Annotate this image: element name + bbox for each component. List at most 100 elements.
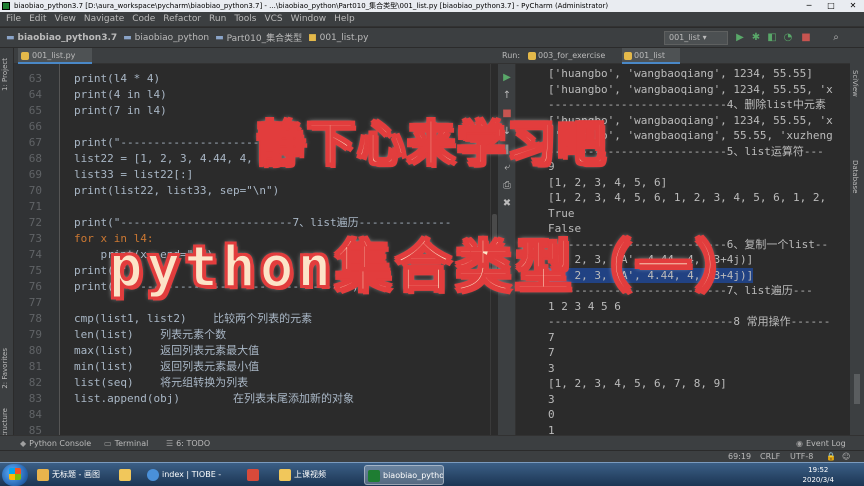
line-number: 80 <box>28 344 42 357</box>
menu-help[interactable]: Help <box>330 12 359 27</box>
tab-terminal[interactable]: ▭ Terminal <box>104 436 148 451</box>
taskbar-browser[interactable]: index | TIOBE - <box>144 465 226 485</box>
code-line: list(seq) 将元组转换为列表 <box>74 376 249 389</box>
console-line: 7 <box>548 346 555 359</box>
arrow-up-icon[interactable]: ↑ <box>501 90 513 102</box>
tab-python-console[interactable]: ◆ Python Console <box>20 436 91 451</box>
line-number: 78 <box>28 312 42 325</box>
menu-tools[interactable]: Tools <box>230 12 260 27</box>
profile-icon[interactable]: ◔ <box>782 31 794 45</box>
rerun-icon[interactable]: ▶ <box>501 72 513 84</box>
run-label: Run: <box>502 51 521 60</box>
print-icon[interactable]: ⎙ <box>501 180 513 192</box>
run-panel-header: Run: 003_for_exercise 001_list <box>498 48 850 64</box>
overlay-title: 静下心来学习吧 <box>256 115 607 173</box>
minimize-button[interactable]: ─ <box>798 0 820 12</box>
line-number: 81 <box>28 360 42 373</box>
trash-icon[interactable]: ✖ <box>501 198 513 210</box>
folder-icon <box>119 469 131 481</box>
python-file-icon: ■ <box>308 32 317 43</box>
taskbar-folder-videos[interactable]: 上课视频 <box>276 465 358 485</box>
menu-code[interactable]: Code <box>128 12 159 27</box>
run-tab-001-list[interactable]: 001_list <box>622 48 680 64</box>
code-line: len(list) 列表元素个数 <box>74 328 227 341</box>
console-line: 3 <box>548 392 555 406</box>
search-icon[interactable]: ⌕ <box>830 31 842 45</box>
line-number: 64 <box>28 88 42 101</box>
right-strip-header <box>850 48 864 64</box>
run-icon[interactable]: ▶ <box>734 31 746 45</box>
tab-favorites[interactable]: 2: Favorites <box>1 348 9 389</box>
debug-icon[interactable]: ✱ <box>750 31 762 45</box>
menu-file[interactable]: File <box>2 12 25 27</box>
line-number: 85 <box>28 424 42 435</box>
console-line: ['huangbo', 'wangbaoqiang', 1234, 55.55,… <box>548 82 833 96</box>
browser-icon <box>147 469 159 481</box>
close-button[interactable]: ✕ <box>842 0 864 12</box>
line-number: 84 <box>28 408 42 421</box>
breadcrumb-file[interactable]: ■ 001_list.py <box>308 33 368 43</box>
console-line: [1, 2, 3, 4, 5, 6, 1, 2, 3, 4, 5, 6, 1, … <box>548 191 827 204</box>
menu-run[interactable]: Run <box>205 12 230 27</box>
taskbar-app[interactable] <box>244 465 268 485</box>
maximize-button[interactable]: □ <box>820 0 842 12</box>
console-line: [1, 2, 3, 4, 5, 6] <box>548 175 668 189</box>
code-line: print(list22, list33, sep="\n") <box>74 184 280 197</box>
code-line: list.append(obj) 在列表末尾添加新的对象 <box>74 392 354 405</box>
paint-icon <box>37 469 49 481</box>
terminal-icon: ▭ <box>104 439 112 448</box>
code-line: print(l4 * 4) <box>74 72 161 85</box>
menu-navigate[interactable]: Navigate <box>80 12 128 27</box>
menu-bar: File Edit View Navigate Code Refactor Ru… <box>0 12 864 27</box>
window-titlebar: biaobiao_python3.7 [D:\aura_workspace\py… <box>0 0 864 12</box>
code-line: print(4 in l4) <box>74 88 167 101</box>
taskbar-pycharm[interactable]: biaobiao_pytho... <box>364 465 444 485</box>
coverage-icon[interactable]: ◧ <box>766 31 778 45</box>
menu-view[interactable]: View <box>51 12 80 27</box>
stop-icon[interactable]: ■ <box>800 31 812 45</box>
menu-refactor[interactable]: Refactor <box>159 12 205 27</box>
app-icon <box>247 469 259 481</box>
tab-todo[interactable]: ☰ 6: TODO <box>166 436 210 451</box>
menu-vcs[interactable]: VCS <box>260 12 286 27</box>
line-number: 71 <box>28 200 42 213</box>
window-title: biaobiao_python3.7 [D:\aura_workspace\py… <box>14 2 609 10</box>
console-line: 3 <box>548 361 555 375</box>
pycharm-icon <box>368 470 380 482</box>
line-number: 82 <box>28 376 42 389</box>
windows-logo-icon <box>9 468 21 480</box>
tab-event-log[interactable]: ◉ Event Log <box>796 436 846 451</box>
console-line: 7 <box>548 330 555 344</box>
windows-taskbar: 无标题 - 画图 index | TIOBE - 上课视频 biaobiao_p… <box>0 462 864 486</box>
breadcrumb-project[interactable]: ▬ biaobiao_python3.7 <box>6 33 117 43</box>
line-number: 70 <box>28 184 42 197</box>
console-line: 0 <box>548 408 555 421</box>
run-tab-003-for-exercise[interactable]: 003_for_exercise <box>526 48 618 64</box>
run-config-select[interactable]: 001_list ▾ <box>664 31 728 45</box>
bottom-tool-tabs: ◆ Python Console ▭ Terminal ☰ 6: TODO ◉ Even… <box>0 435 864 450</box>
folder-icon: ▬ <box>123 32 132 43</box>
menu-window[interactable]: Window <box>287 12 331 27</box>
start-button[interactable] <box>2 464 28 486</box>
system-clock[interactable]: 19:52 2020/3/4 <box>803 465 834 485</box>
tab-project[interactable]: 1: Project <box>1 58 9 91</box>
python-file-icon <box>528 52 536 60</box>
taskbar-paint[interactable]: 无标题 - 画图 <box>34 465 112 485</box>
breadcrumb-folder[interactable]: ▬ Part010_集合类型 <box>215 31 302 45</box>
tab-sciview[interactable]: SciView <box>851 70 859 97</box>
taskbar-explorer[interactable] <box>116 465 140 485</box>
code-line: cmp(list1, list2) 比较两个列表的元素 <box>74 312 313 325</box>
folder-icon <box>279 469 291 481</box>
console-line: True <box>548 206 575 220</box>
console-scroll-thumb[interactable] <box>854 374 860 404</box>
event-log-icon: ◉ <box>796 439 803 448</box>
editor-tab-001-list[interactable]: 001_list.py <box>18 48 92 64</box>
folder-icon: ▬ <box>215 32 224 43</box>
overlay-subtitle: python集合类型（一） <box>108 234 756 301</box>
console-line: ----------------------------8 常用操作------ <box>548 315 831 328</box>
python-file-icon <box>624 52 632 60</box>
clock-time: 19:52 <box>808 466 829 474</box>
menu-edit[interactable]: Edit <box>25 12 50 27</box>
line-number: 79 <box>28 328 42 341</box>
breadcrumb-package[interactable]: ▬ biaobiao_python <box>123 33 209 43</box>
